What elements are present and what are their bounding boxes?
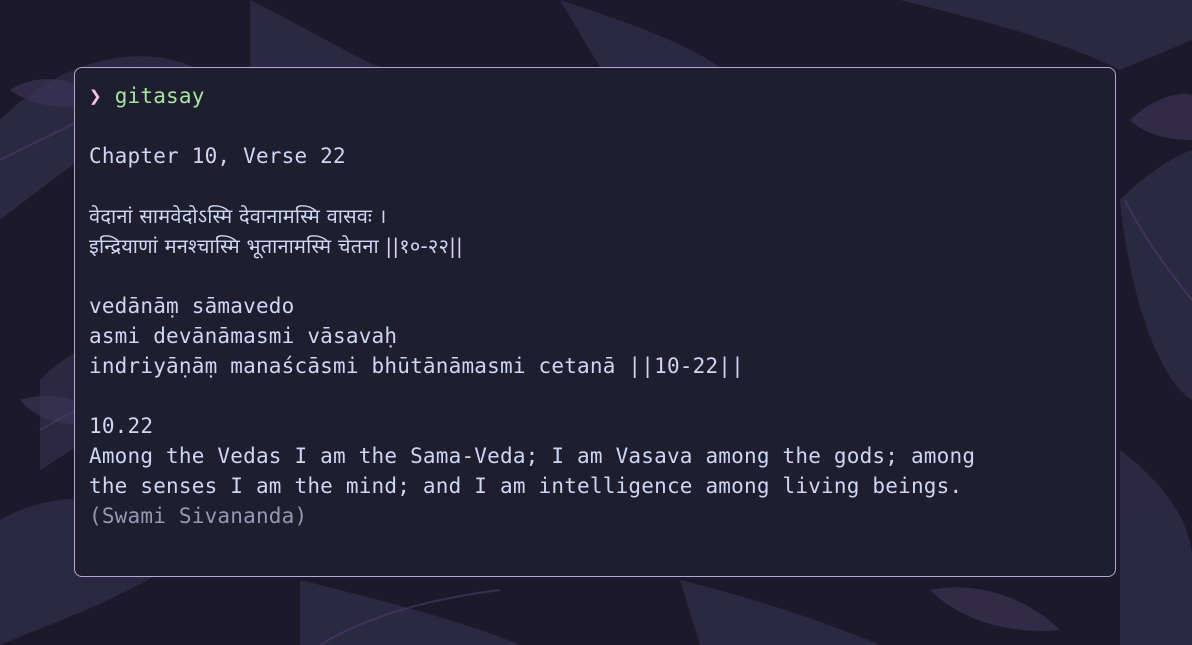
prompt-chevron-icon: ❯ <box>89 84 102 108</box>
translation-line-2: the senses I am the mind; and I am intel… <box>89 474 963 498</box>
devanagari-line-1: वेदानां सामवेदोऽस्मि देवानामस्मि वासवः । <box>89 204 387 228</box>
translation-line-1: Among the Vedas I am the Sama-Veda; I am… <box>89 444 976 468</box>
transliteration-line-2: asmi devānāmasmi vāsavaḥ <box>89 324 398 348</box>
command-text: gitasay <box>114 84 205 108</box>
verse-number: 10.22 <box>89 414 154 438</box>
prompt-line: ❯ gitasay <box>89 81 1101 111</box>
chapter-verse-heading: Chapter 10, Verse 22 <box>89 144 346 168</box>
terminal-window[interactable]: ❯ gitasay Chapter 10, Verse 22 वेदानां स… <box>74 67 1116 577</box>
devanagari-line-2: इन्द्रियाणां मनश्चास्मि भूतानामस्मि चेतन… <box>89 234 463 258</box>
transliteration-line-1: vedānāṃ sāmavedo <box>89 294 295 318</box>
translator-credit: (Swami Sivananda) <box>89 504 308 528</box>
transliteration-line-3: indriyāṇāṃ manaścāsmi bhūtānāmasmi cetan… <box>89 354 744 378</box>
